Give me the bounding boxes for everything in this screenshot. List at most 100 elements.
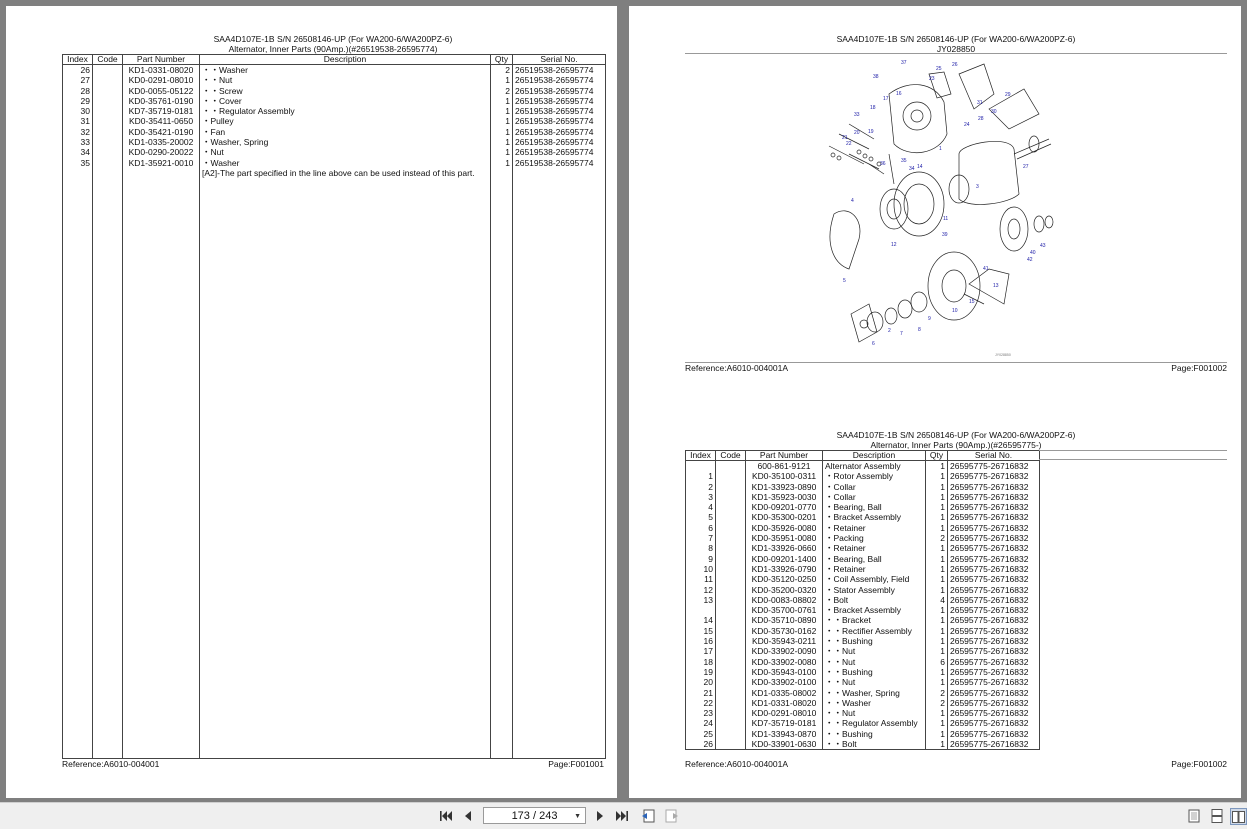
cell-part-number: KD0-0055-05122 [122, 85, 200, 96]
column-header-serial-no: Serial No. [512, 54, 606, 65]
cell-qty: 1 [925, 605, 948, 616]
cell-index: 4 [685, 502, 716, 513]
cell-part-number: KD0-33902-0080 [745, 656, 823, 667]
callout-label: 40 [1030, 250, 1036, 256]
cell-qty: 1 [925, 502, 948, 513]
cell-code [92, 137, 123, 148]
cell-qty: 1 [925, 563, 948, 575]
callout-label: 11 [943, 216, 948, 222]
cell-description: ・Bracket Assembly [822, 605, 926, 616]
cell-description: ・Bearing, Ball [822, 553, 926, 564]
cell-qty: 1 [925, 625, 948, 637]
cell-description: ・・Nut [822, 708, 926, 719]
cell-serial-no: 26595775-26716832 [947, 594, 1040, 606]
cell-serial-no: 26595775-26716832 [947, 739, 1040, 751]
callout-label: 10 [952, 308, 958, 314]
cell-description: ・・Nut [199, 75, 491, 86]
cell-description: ・Bracket Assembly [822, 512, 926, 523]
cell-qty: 2 [925, 697, 948, 709]
back-history-icon[interactable] [640, 808, 656, 824]
cell-qty: 1 [925, 728, 948, 740]
cell-qty: 1 [925, 708, 948, 719]
cell-serial-no: 26595775-26716832 [947, 687, 1040, 698]
cell-index: 3 [685, 491, 716, 503]
callout-label: 3 [976, 184, 979, 190]
chevron-down-icon[interactable]: ▼ [574, 808, 581, 825]
cell-code [715, 522, 746, 534]
cell-serial-no: 26595775-26716832 [947, 625, 1040, 637]
cell-description: ・・Regulator Assembly [199, 106, 491, 117]
cell-index: 17 [685, 646, 716, 657]
next-page-icon[interactable] [592, 808, 608, 824]
cell-qty: 1 [490, 126, 513, 138]
cell-index [685, 605, 716, 616]
cell-serial-no: 26595775-26716832 [947, 491, 1040, 503]
right-page-number: Page:F001002 [1171, 759, 1227, 769]
callout-label: 8 [918, 327, 921, 333]
column-header-part-number: Part Number [122, 54, 200, 65]
page-number-field[interactable]: 173 / 243 ▼ [483, 807, 586, 824]
table-row: 26 KD1-0331-08020 ・・Washer 2 26519538-265957… [62, 64, 606, 76]
cell-code [715, 739, 746, 751]
cell-part-number: KD0-35943-0100 [745, 666, 823, 678]
divider [1039, 450, 1227, 451]
single-page-view-icon[interactable] [1186, 808, 1202, 824]
cell-qty: 2 [490, 85, 513, 96]
cell-description: ・Washer, Spring [199, 137, 491, 148]
cell-code [715, 584, 746, 595]
cell-index: 14 [685, 615, 716, 626]
cell-serial-no: 26519538-26595774 [512, 106, 606, 117]
cell-index: 24 [685, 718, 716, 729]
facing-view-icon[interactable] [1230, 808, 1247, 825]
right-parts-table: Index Code Part Number Description Qty Serial… [685, 450, 1040, 751]
cell-index: 32 [62, 126, 93, 138]
callout-label: 24 [964, 122, 970, 128]
callout-label: 39 [942, 232, 948, 238]
prev-page-icon[interactable] [460, 808, 476, 824]
left-page-header: SAA4D107E-1B S/N 26508146-UP (For WA200-… [6, 34, 660, 54]
cell-index: 27 [62, 75, 93, 86]
cell-index: 13 [685, 594, 716, 606]
cell-serial-no: 26595775-26716832 [947, 656, 1040, 667]
cell-index: 25 [685, 728, 716, 740]
cell-serial-no: 26595775-26716832 [947, 533, 1040, 544]
cell-code [715, 677, 746, 688]
cell-part-number: KD0-35700-0761 [745, 605, 823, 616]
table-row: 1 KD0-35100-0311 ・Rotor Assembly 1 26595775-… [685, 471, 1040, 482]
last-page-icon[interactable] [614, 808, 630, 824]
cell-qty: 1 [925, 491, 948, 503]
cell-description: ・・Bolt [822, 739, 926, 751]
cell-code [92, 157, 123, 168]
cell-part-number: KD0-0290-20022 [122, 147, 200, 158]
callout-label: 17 [883, 96, 889, 102]
cell-serial-no: 26595775-26716832 [947, 728, 1040, 740]
left-parts-table: Index Code Part Number Description Qty Serial… [62, 54, 606, 760]
cell-code [715, 574, 746, 585]
cell-description: ・・Washer [199, 64, 491, 76]
cell-code [92, 95, 123, 107]
cell-qty: 6 [925, 656, 948, 667]
cell-code [715, 697, 746, 709]
continuous-view-icon[interactable] [1209, 808, 1225, 824]
empty-cell [512, 167, 606, 179]
cell-index: 8 [685, 543, 716, 554]
cell-description: ・Retainer [822, 563, 926, 575]
table-row: 29 KD0-35761-0190 ・・Cover 1 26519538-2659577… [62, 95, 606, 107]
cell-description: Alternator Assembly [822, 460, 926, 472]
cell-description: ・・Rectifier Assembly [822, 625, 926, 637]
cell-code [715, 543, 746, 554]
cell-description: ・Stator Assembly [822, 584, 926, 595]
cell-description: ・・Bushing [822, 636, 926, 647]
empty-cell [92, 167, 123, 179]
table-row: 32 KD0-35421-0190 ・Fan 1 26519538-26595774 [62, 126, 606, 138]
cell-qty: 2 [490, 64, 513, 76]
cell-description: ・・Nut [822, 677, 926, 688]
callout-label: 5 [843, 278, 846, 284]
cell-part-number: KD0-35100-0311 [745, 471, 823, 482]
first-page-icon[interactable] [438, 808, 454, 824]
cell-part-number: KD1-0335-20002 [122, 137, 200, 148]
callout-label: 41 [983, 266, 989, 272]
table-row: 27 KD0-0291-08010 ・・Nut 1 26519538-26595774 [62, 75, 606, 86]
column-header-qty: Qty [925, 450, 948, 461]
forward-history-icon[interactable] [664, 808, 680, 824]
